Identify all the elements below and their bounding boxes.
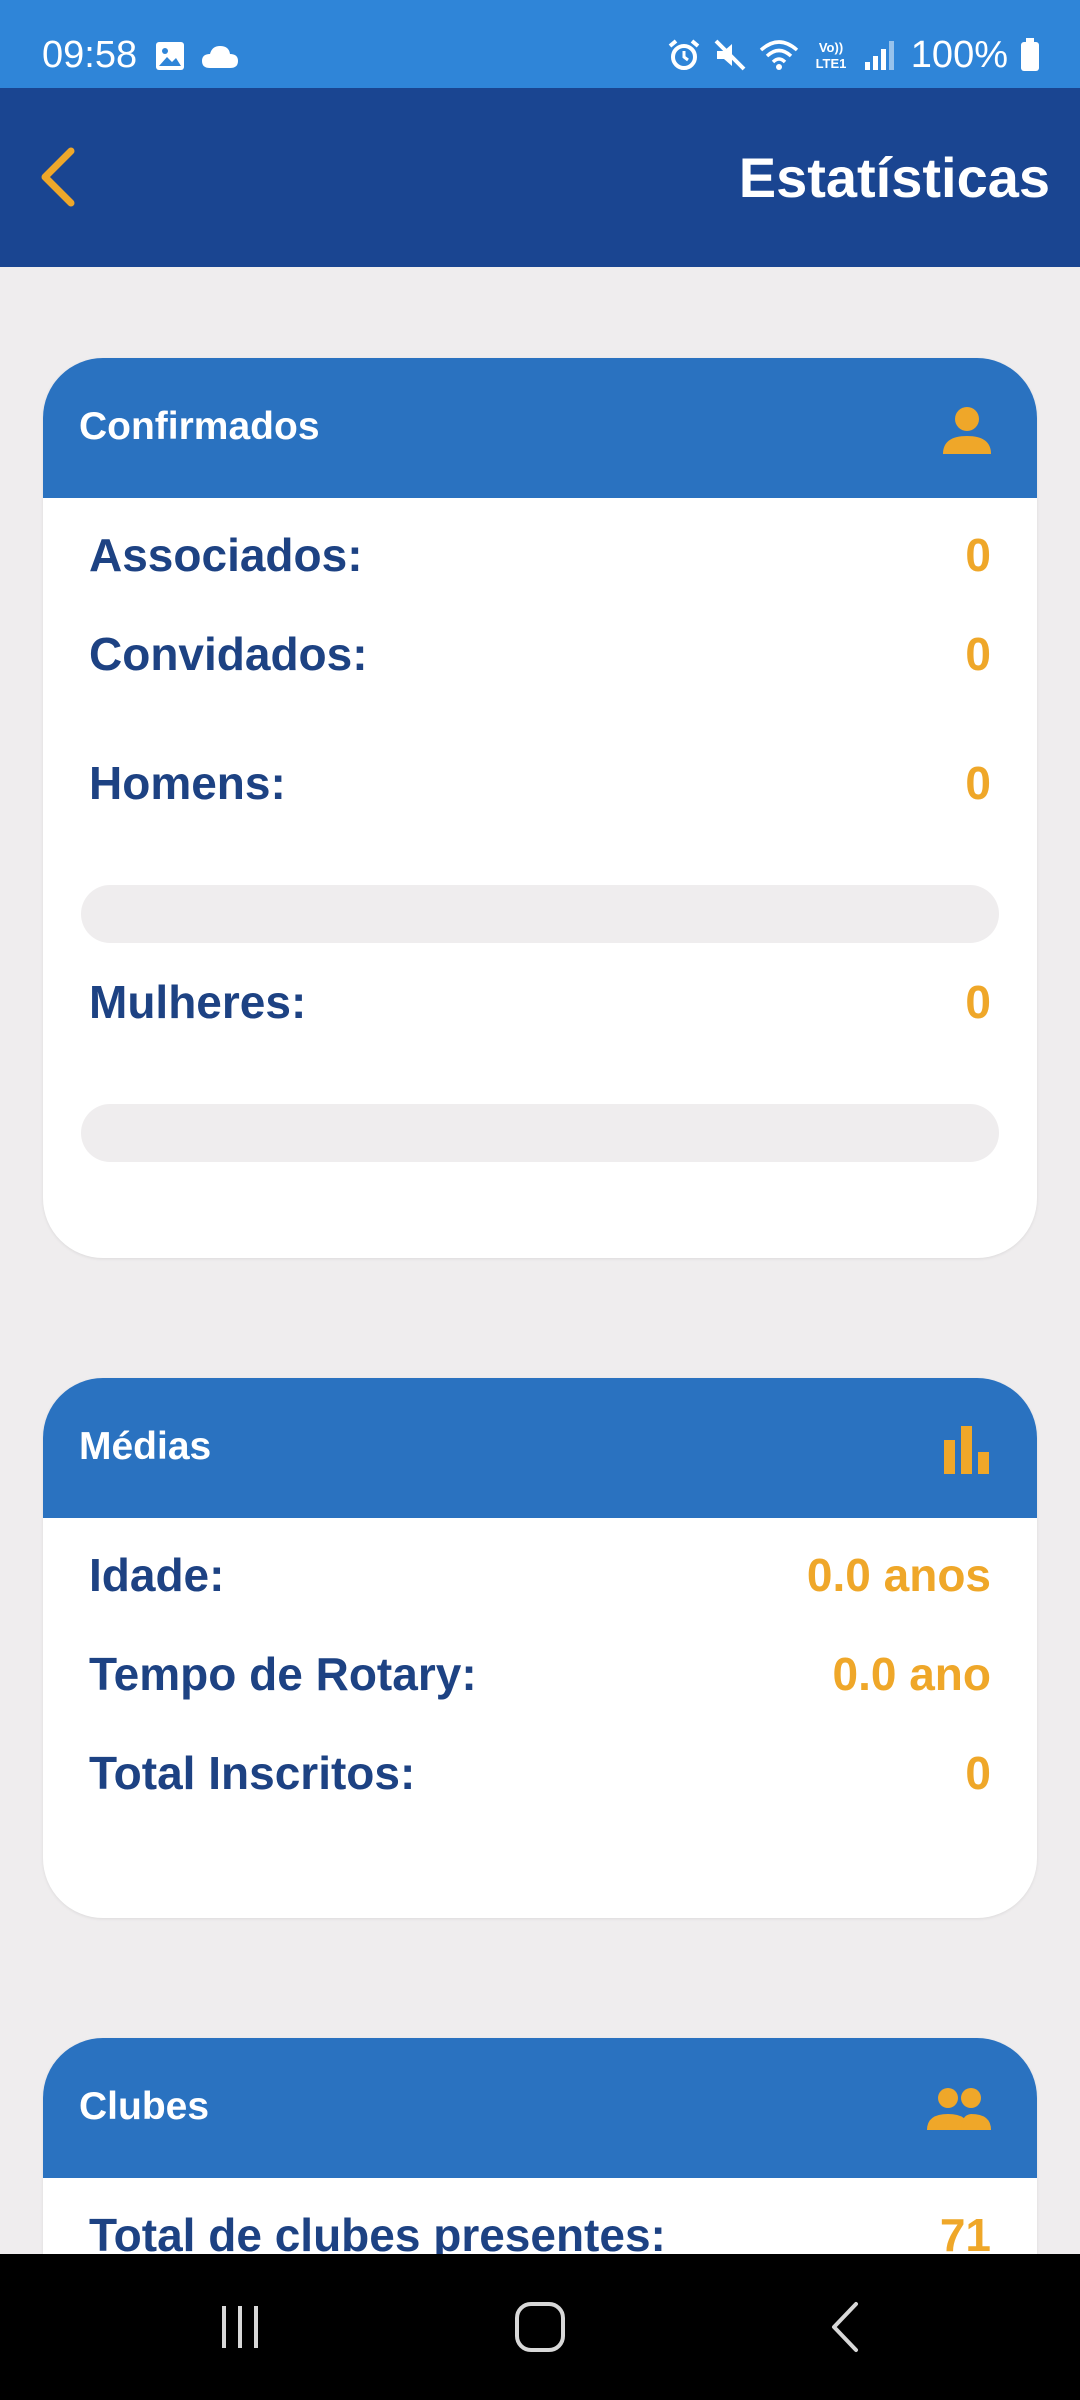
recent-apps-button[interactable]	[200, 2292, 280, 2362]
card-medias: Médias Idade: 0.0 anos Tempo de Rotary: …	[43, 1378, 1037, 1918]
wifi-icon	[759, 40, 798, 70]
status-time: 09:58	[42, 34, 138, 76]
chevron-left-icon	[41, 147, 75, 207]
convidados-row: Convidados: 0	[89, 624, 991, 684]
battery-percent: 100%	[910, 34, 1008, 76]
total-inscritos-value: 0	[965, 1747, 991, 1799]
back-icon	[832, 2302, 858, 2352]
status-bar: 09:58 Vo)) LTE1 100%	[0, 0, 1080, 88]
convidados-label: Convidados:	[89, 628, 368, 680]
convidados-value: 0	[965, 628, 991, 680]
volte-icon: Vo)) LTE1	[815, 40, 846, 71]
total-clubes-row: Total de clubes presentes: 71	[89, 2205, 991, 2254]
tempo-rotary-label: Tempo de Rotary:	[89, 1648, 477, 1700]
mulheres-progress-bar	[81, 1104, 999, 1162]
home-icon	[515, 2302, 565, 2352]
battery-icon	[1021, 38, 1039, 71]
tempo-rotary-row: Tempo de Rotary: 0.0 ano	[89, 1644, 991, 1704]
mute-icon	[714, 39, 746, 71]
main-content[interactable]: Confirmados Associados: 0 Convidados: 0 …	[0, 267, 1080, 2254]
bar-chart-icon	[944, 1426, 989, 1474]
associados-value: 0	[965, 529, 991, 581]
mulheres-row: Mulheres: 0	[89, 972, 991, 1032]
back-button[interactable]	[22, 142, 92, 212]
homens-progress-bar	[81, 885, 999, 943]
nav-back-button[interactable]	[806, 2292, 886, 2362]
status-right: Vo)) LTE1 100%	[667, 36, 1040, 74]
status-left-icons	[154, 40, 240, 72]
associados-row: Associados: 0	[89, 525, 991, 585]
system-nav-bar	[0, 2254, 1080, 2400]
mulheres-label: Mulheres:	[89, 976, 307, 1028]
alarm-icon	[668, 39, 700, 70]
card-clubes: Clubes Total de clubes presentes: 71	[43, 2038, 1037, 2254]
idade-label: Idade:	[89, 1549, 225, 1601]
total-clubes-label: Total de clubes presentes:	[89, 2209, 666, 2254]
group-icon	[927, 2088, 991, 2130]
app-bar: Estatísticas	[0, 88, 1080, 267]
total-inscritos-row: Total Inscritos: 0	[89, 1743, 991, 1803]
signal-icon	[864, 41, 894, 70]
person-icon	[943, 407, 991, 454]
total-inscritos-label: Total Inscritos:	[89, 1747, 416, 1799]
card-title: Médias	[79, 1425, 212, 1468]
idade-row: Idade: 0.0 anos	[89, 1545, 991, 1605]
card-title: Confirmados	[79, 405, 320, 448]
card-confirmados: Confirmados Associados: 0 Convidados: 0 …	[43, 358, 1037, 1258]
recent-apps-icon	[222, 2306, 258, 2348]
card-header: Confirmados	[43, 358, 1037, 498]
idade-value: 0.0 anos	[806, 1549, 991, 1601]
image-icon	[156, 42, 184, 70]
card-header: Médias	[43, 1378, 1037, 1518]
tempo-rotary-value: 0.0 ano	[832, 1648, 991, 1700]
homens-value: 0	[965, 757, 991, 809]
associados-label: Associados:	[89, 529, 363, 581]
home-button[interactable]	[500, 2292, 580, 2362]
page-title: Estatísticas	[738, 146, 1050, 209]
total-clubes-value: 71	[939, 2209, 991, 2254]
svg-text:LTE1: LTE1	[815, 56, 846, 71]
card-title: Clubes	[79, 2085, 210, 2128]
homens-row: Homens: 0	[89, 753, 991, 813]
cloud-icon	[202, 46, 238, 68]
homens-label: Homens:	[89, 757, 286, 809]
svg-text:Vo)): Vo))	[819, 40, 843, 55]
mulheres-value: 0	[965, 976, 991, 1028]
card-header: Clubes	[43, 2038, 1037, 2178]
